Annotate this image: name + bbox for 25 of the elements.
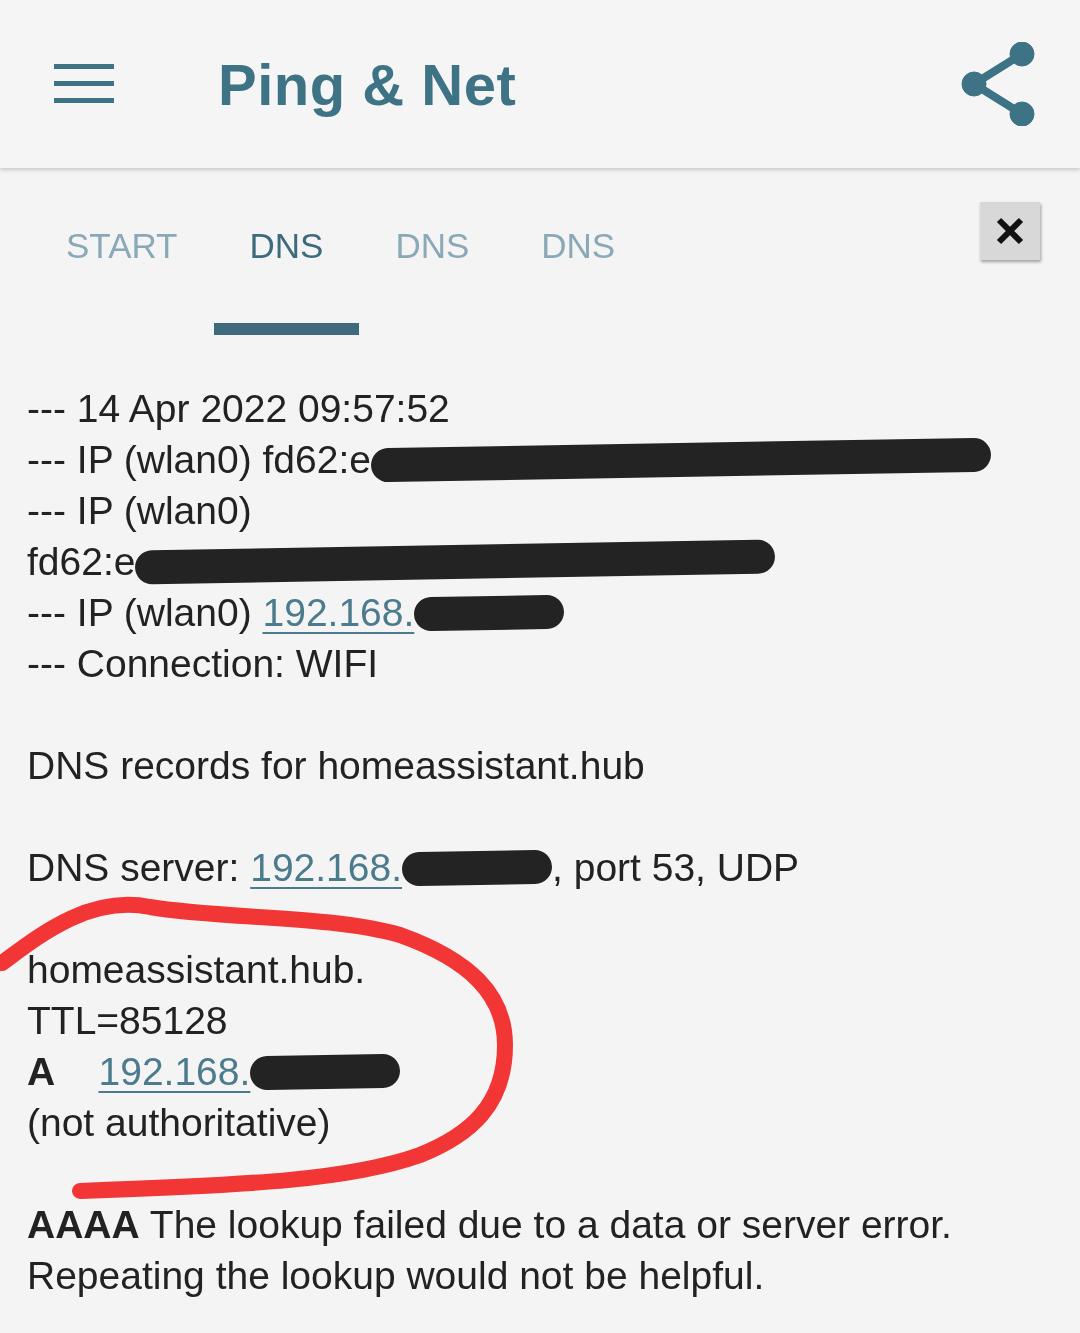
- tab[interactable]: DNS: [213, 198, 360, 335]
- log-line: (not authoritative): [27, 1100, 332, 1146]
- tab[interactable]: START: [30, 198, 214, 335]
- tab[interactable]: DNS: [359, 198, 506, 335]
- log-line: TTL=85128: [27, 998, 229, 1044]
- log-line: AAAA The lookup failed due to a data or server error. Repeating the lookup would not be helpful.: [27, 1202, 953, 1299]
- log-line: --- Connection: WIFI: [27, 641, 380, 687]
- tab[interactable]: DNS: [505, 198, 652, 335]
- log-line: A 192.168.: [27, 1046, 1050, 1097]
- ip-link[interactable]: 192.168.: [262, 591, 415, 634]
- share-icon[interactable]: [960, 42, 1036, 126]
- log-line: --- IP (wlan0): [27, 488, 253, 534]
- log-line: fd62:e: [27, 536, 1050, 587]
- ip-link[interactable]: 192.168.: [250, 846, 402, 889]
- log-line: homeassistant.hub.: [27, 947, 367, 993]
- log-line: --- IP (wlan0) 192.168.: [27, 587, 1050, 638]
- menu-icon[interactable]: [54, 64, 114, 104]
- app-title: Ping & Net: [218, 50, 518, 118]
- close-icon: [995, 216, 1025, 246]
- log-line: --- IP (wlan0) fd62:e: [27, 434, 1050, 485]
- close-button[interactable]: [980, 202, 1040, 260]
- ip-link[interactable]: 192.168.: [98, 1050, 251, 1093]
- log-line: --- 14 Apr 2022 09:57:52: [27, 386, 451, 432]
- log-line: DNS server: 192.168. , port 53, UDP: [27, 845, 801, 891]
- log-line: DNS records for homeassistant.hub: [27, 743, 646, 789]
